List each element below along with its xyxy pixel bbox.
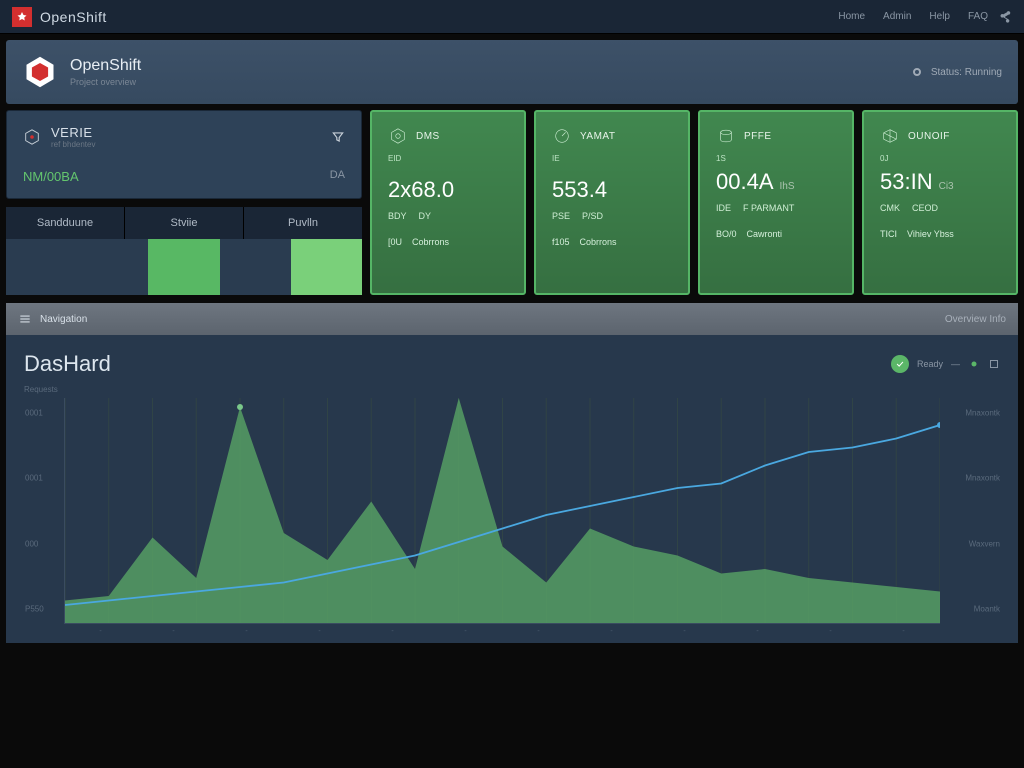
lower-toolbar: Navigation Overview Info	[6, 303, 1018, 335]
main-row: VERIE ref bhdentev NM/00BA DA Sandduune …	[0, 110, 1024, 295]
nav-item-3[interactable]: FAQ	[968, 11, 988, 22]
gauge-icon	[552, 126, 572, 146]
chart-area: 00010001000P550MnaxontkMnaxontkWaxvernMo…	[64, 398, 940, 624]
chart-ylabel: Requests	[24, 385, 1000, 394]
card-value-right: DA	[330, 169, 345, 184]
database-icon	[716, 126, 736, 146]
swatches	[6, 239, 362, 295]
metric-value: 2x68.0	[388, 177, 508, 203]
metric-card-3[interactable]: OUNOIF 0J 53:INCi3 CMKCEOD TICIVihiev Yb…	[862, 110, 1018, 295]
x-axis-labels: ------------	[64, 624, 940, 635]
status-label: Status: Running	[931, 67, 1002, 78]
swatch-1[interactable]	[77, 239, 148, 295]
swatch-2[interactable]	[148, 239, 219, 295]
project-status: Status: Running	[913, 67, 1002, 78]
badge-label: Ready	[917, 359, 943, 369]
project-subtitle: Project overview	[70, 77, 141, 87]
project-bar: OpenShift Project overview Status: Runni…	[6, 40, 1018, 104]
card-sub: ref bhdentev	[51, 140, 95, 149]
topbar-nav: Home Admin Help FAQ	[838, 11, 988, 22]
topbar: OpenShift Home Admin Help FAQ	[0, 0, 1024, 34]
chart-svg	[65, 398, 940, 623]
swatch-3[interactable]	[220, 239, 291, 295]
dashboard-body: DasHard Ready — Requests 00010001000P550…	[6, 335, 1018, 643]
nav-item-1[interactable]: Admin	[883, 11, 911, 22]
metric-card-1[interactable]: YAMAT IE 553.4 PSEP/SD f105Cobrrons	[534, 110, 690, 295]
metric-sub: EID	[388, 154, 508, 163]
lower-panel: Navigation Overview Info DasHard Ready —…	[6, 303, 1018, 643]
project-hex-icon	[22, 54, 58, 90]
left-column: VERIE ref bhdentev NM/00BA DA Sandduune …	[6, 110, 362, 295]
tab-0[interactable]: Sandduune	[6, 207, 125, 239]
lower-bar-left: Navigation	[40, 314, 87, 325]
nav-item-0[interactable]: Home	[838, 11, 865, 22]
project-title: OpenShift	[70, 57, 141, 75]
metric-value: 53:IN	[880, 169, 933, 194]
metric-title: PFFE	[744, 131, 772, 142]
share-icon[interactable]	[998, 10, 1012, 24]
tabs-block: Sandduune Stviie Puvlln	[6, 207, 362, 295]
swatch-4[interactable]	[291, 239, 362, 295]
cube-icon	[880, 126, 900, 146]
metric-title: DMS	[416, 131, 440, 142]
app-title: OpenShift	[40, 9, 107, 25]
metric-card-0[interactable]: DMS EID 2x68.0 BDYDY [0UCobrrons	[370, 110, 526, 295]
metric-value: 00.4A	[716, 169, 774, 194]
metric-title: YAMAT	[580, 131, 615, 142]
gear-hex-icon	[388, 126, 408, 146]
card-verie[interactable]: VERIE ref bhdentev NM/00BA DA	[6, 110, 362, 199]
metric-sub: 1S	[716, 154, 836, 163]
tab-2[interactable]: Puvlln	[244, 207, 362, 239]
dashboard-title: DasHard	[24, 351, 111, 377]
status-check-icon	[891, 355, 909, 373]
tabs: Sandduune Stviie Puvlln	[6, 207, 362, 239]
badge-sep: —	[951, 359, 960, 369]
menu-icon[interactable]	[18, 312, 32, 326]
nav-item-2[interactable]: Help	[929, 11, 950, 22]
shield-hex-icon	[23, 128, 41, 146]
filter-icon[interactable]	[331, 130, 345, 144]
square-icon[interactable]	[988, 358, 1000, 370]
metric-sub: 0J	[880, 154, 1000, 163]
tab-1[interactable]: Stviie	[125, 207, 244, 239]
metric-title: OUNOIF	[908, 131, 950, 142]
metric-sub: IE	[552, 154, 672, 163]
card-title: VERIE	[51, 125, 95, 140]
logo-icon	[16, 11, 28, 23]
dot-icon	[968, 358, 980, 370]
card-value: NM/00BA	[23, 169, 79, 184]
metric-value: 553.4	[552, 177, 672, 203]
metric-card-2[interactable]: PFFE 1S 00.4AIhS IDEF PARMANT BO/0Cawron…	[698, 110, 854, 295]
dashboard-badges: Ready —	[891, 355, 1000, 373]
lower-bar-right: Overview Info	[945, 314, 1006, 325]
status-dot-icon	[913, 68, 921, 76]
app-logo	[12, 7, 32, 27]
swatch-0[interactable]	[6, 239, 77, 295]
